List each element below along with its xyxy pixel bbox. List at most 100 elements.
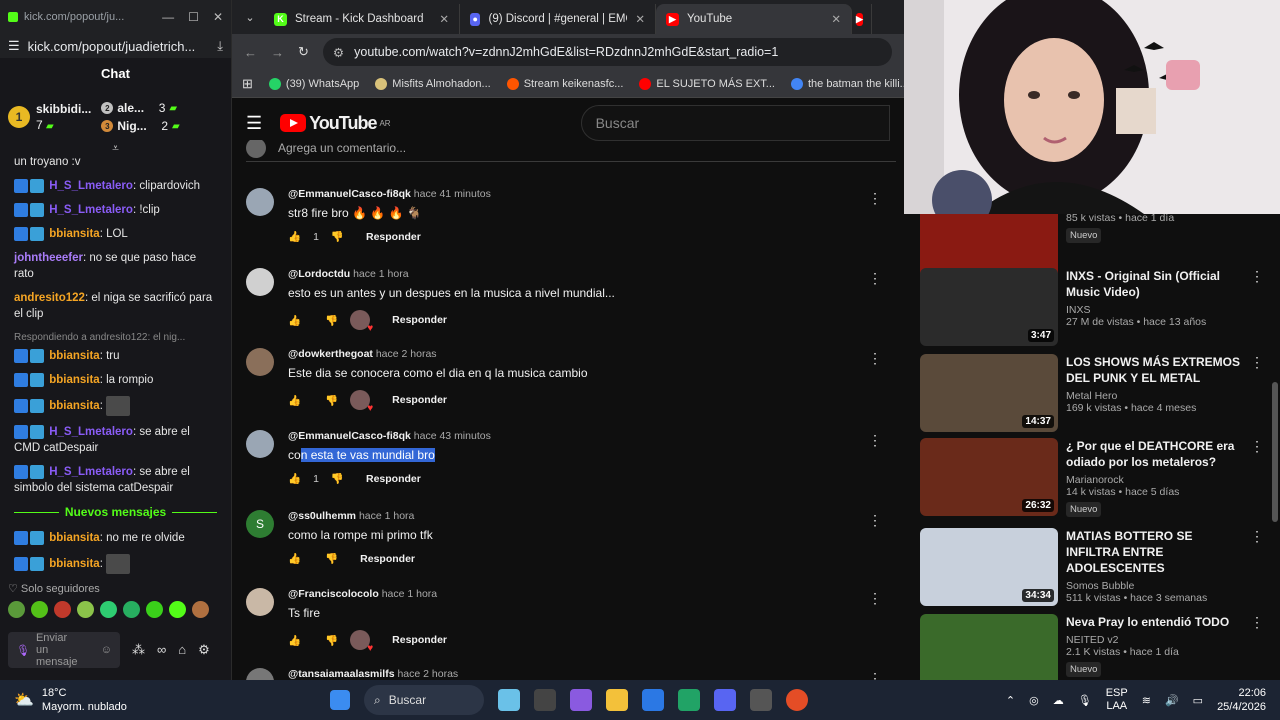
video-title[interactable]: INXS - Original Sin (Official Music Vide…: [1066, 268, 1246, 300]
related-video-item[interactable]: Neva Pray lo entendió TODO NEITED v2 2.1 K…: [920, 614, 1264, 680]
language-indicator[interactable]: ESP LAA: [1106, 687, 1128, 713]
tab-close-icon[interactable]: ✕: [635, 12, 645, 26]
obs-icon[interactable]: [750, 689, 772, 711]
windows-start-icon[interactable]: [330, 690, 350, 710]
commenter-avatar[interactable]: [246, 268, 274, 296]
commenter-avatar[interactable]: [246, 588, 274, 616]
video-menu-icon[interactable]: ⋮: [1250, 438, 1264, 455]
gift-leaderboard[interactable]: 1 skibbidi... 7 ▰ 2 ale... 3 ▰ 3 Nig... 2 ▰: [0, 90, 231, 144]
like-icon[interactable]: 👍: [288, 394, 301, 407]
video-title[interactable]: Neva Pray lo entendió TODO: [1066, 614, 1246, 630]
wifi-icon[interactable]: ≋: [1142, 694, 1151, 707]
related-video-item[interactable]: 34:34 MATIAS BOTTERO SE INFILTRA ENTRE AD…: [920, 528, 1264, 606]
microphone-icon[interactable]: 🎙: [16, 644, 30, 657]
video-channel[interactable]: Metal Hero: [1066, 390, 1246, 402]
comment-time[interactable]: hace 1 hora: [353, 268, 408, 280]
comment-menu-icon[interactable]: ⋮: [868, 512, 882, 529]
video-menu-icon[interactable]: ⋮: [1250, 354, 1264, 371]
comment-author[interactable]: @EmmanuelCasco-fi8qk: [288, 430, 411, 442]
browser-tab[interactable]: ▶BAE: [852, 4, 872, 34]
kick-url-bar[interactable]: ☰ kick.com/popout/juadietrich... ⤓: [0, 34, 231, 58]
comment-author[interactable]: @Lordoctdu: [288, 268, 350, 280]
browser-tab[interactable]: ● (9) Discord | #general | EMOGA... ✕: [460, 4, 656, 34]
tray-app-icon[interactable]: ◎: [1029, 694, 1039, 707]
emote-icon[interactable]: [31, 601, 48, 619]
video-thumbnail[interactable]: 26:32: [920, 438, 1058, 516]
reload-icon[interactable]: ↻: [298, 44, 309, 60]
like-icon[interactable]: 👍: [288, 314, 301, 327]
weather-widget[interactable]: ⛅ 18°C Mayorm. nublado: [0, 686, 330, 714]
hamburger-menu-icon[interactable]: ☰: [246, 113, 262, 134]
reply-button[interactable]: Responder: [360, 553, 415, 565]
dislike-icon[interactable]: 👎: [325, 314, 338, 327]
users-icon[interactable]: ⁂: [132, 642, 145, 658]
collapse-arrow-icon[interactable]: ⩡: [0, 142, 231, 154]
bookmark-item[interactable]: Stream keikenasfc...: [506, 77, 623, 90]
comment-menu-icon[interactable]: ⋮: [868, 190, 882, 207]
like-icon[interactable]: 👍: [288, 552, 301, 565]
reply-button[interactable]: Responder: [366, 231, 421, 243]
video-thumbnail[interactable]: [920, 614, 1058, 680]
chat-username[interactable]: bbiansita: [49, 374, 99, 386]
tab-close-icon[interactable]: ✕: [831, 12, 841, 26]
settings-gear-icon[interactable]: ⚙: [198, 642, 210, 658]
video-thumbnail[interactable]: 34:34: [920, 528, 1058, 606]
reply-button[interactable]: Responder: [392, 394, 447, 406]
video-menu-icon[interactable]: ⋮: [1250, 268, 1264, 285]
like-icon[interactable]: 👍: [288, 230, 301, 243]
word-icon[interactable]: [642, 689, 664, 711]
video-channel[interactable]: NEITED v2: [1066, 634, 1246, 646]
comment-time[interactable]: hace 43 minutos: [414, 430, 491, 442]
related-video-item[interactable]: 3:47 INXS - Original Sin (Official Music …: [920, 268, 1264, 346]
comment-menu-icon[interactable]: ⋮: [868, 350, 882, 367]
bookmark-item[interactable]: the batman the killi...: [790, 77, 909, 90]
dislike-icon[interactable]: 👎: [325, 634, 338, 647]
link-icon[interactable]: ∞: [157, 642, 166, 658]
video-menu-icon[interactable]: ⋮: [1250, 528, 1264, 545]
video-channel[interactable]: INXS: [1066, 304, 1246, 316]
dislike-icon[interactable]: 👎: [325, 552, 338, 565]
copilot-icon[interactable]: [570, 689, 592, 711]
excel-icon[interactable]: [678, 689, 700, 711]
chevron-up-icon[interactable]: ⌃: [1006, 694, 1015, 707]
tab-search-chevron-icon[interactable]: ⌄: [236, 3, 264, 31]
comment-time[interactable]: hace 1 hora: [382, 588, 437, 600]
task-view-icon[interactable]: [498, 689, 520, 711]
video-title[interactable]: LOS SHOWS MÁS EXTREMOS DEL PUNK Y EL MET…: [1066, 354, 1246, 386]
bookmark-item[interactable]: (39) WhatsApp: [268, 77, 359, 90]
video-title[interactable]: ¿ Por que el DEATHCORE era odiado por lo…: [1066, 438, 1246, 470]
dislike-icon[interactable]: 👎: [331, 230, 344, 243]
browser-tab[interactable]: K Stream - Kick Dashboard ✕: [264, 4, 460, 34]
url-field[interactable]: ⚙ youtube.com/watch?v=zdnnJ2mhGdE&list=R…: [322, 38, 892, 66]
reply-button[interactable]: Responder: [392, 634, 447, 646]
emote-icon[interactable]: [54, 601, 71, 619]
chat-username[interactable]: H_S_Lmetalero: [49, 204, 133, 216]
chat-username[interactable]: bbiansita: [49, 558, 99, 570]
file-explorer-icon[interactable]: [606, 689, 628, 711]
chat-username[interactable]: bbiansita: [49, 228, 99, 240]
commenter-avatar[interactable]: [246, 348, 274, 376]
microphone-icon[interactable]: 🎙: [1078, 694, 1092, 707]
sidebar-scrollbar[interactable]: [1272, 382, 1278, 522]
chat-username[interactable]: johntheeefer: [14, 252, 83, 264]
chat-username[interactable]: bbiansita: [49, 532, 99, 544]
emote-icon[interactable]: [192, 601, 209, 619]
comment-menu-icon[interactable]: ⋮: [868, 432, 882, 449]
emote-icon[interactable]: [146, 601, 163, 619]
reply-button[interactable]: Responder: [366, 473, 421, 485]
commenter-avatar[interactable]: [246, 188, 274, 216]
chat-username[interactable]: bbiansita: [49, 400, 99, 412]
comment-menu-icon[interactable]: ⋮: [868, 590, 882, 607]
volume-icon[interactable]: 🔊: [1165, 694, 1179, 707]
battery-icon[interactable]: ▭: [1193, 694, 1203, 707]
comment-author[interactable]: @ss0ulhemm: [288, 510, 356, 522]
like-icon[interactable]: 👍: [288, 634, 301, 647]
comment-time[interactable]: hace 2 horas: [376, 348, 437, 360]
add-comment-row[interactable]: Agrega un comentario...: [246, 140, 896, 162]
related-video-item[interactable]: 26:32 ¿ Por que el DEATHCORE era odiado p…: [920, 438, 1264, 517]
clock[interactable]: 22:06 25/4/2026: [1217, 686, 1266, 714]
maximize-icon[interactable]: ☐: [188, 10, 199, 24]
dislike-icon[interactable]: 👎: [325, 394, 338, 407]
tab-close-icon[interactable]: ✕: [439, 12, 449, 26]
chrome-icon[interactable]: [786, 689, 808, 711]
